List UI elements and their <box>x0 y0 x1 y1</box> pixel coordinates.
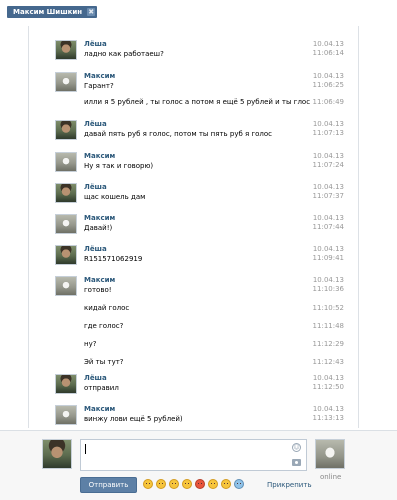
message-date: 10.04.13 <box>312 245 344 253</box>
message-time: 11:12:43 <box>312 358 344 366</box>
message-time: 11:09:41 <box>312 254 344 262</box>
message-text: ну? <box>84 340 97 348</box>
message-time: 11:12:29 <box>312 340 344 348</box>
avatar[interactable] <box>55 120 77 140</box>
message-text: R151571062919 <box>84 255 143 263</box>
message-time: 11:06:25 <box>312 81 344 89</box>
message-text: кидай голос <box>84 304 130 312</box>
emoji-cool-icon[interactable] <box>208 479 218 489</box>
avatar[interactable] <box>55 374 77 394</box>
author-name[interactable]: Лёша <box>84 183 107 191</box>
message-date: 10.04.13 <box>312 374 344 382</box>
emoji-bar <box>143 479 247 491</box>
message-time: 11:10:36 <box>312 285 344 293</box>
message-date: 10.04.13 <box>312 152 344 160</box>
avatar[interactable] <box>55 152 77 172</box>
online-status: online <box>320 473 342 481</box>
message-text: Гарант? <box>84 82 114 90</box>
avatar[interactable] <box>55 214 77 234</box>
message-text: Ну я так и говорю) <box>84 162 154 170</box>
message-time: 11:07:24 <box>312 161 344 169</box>
message-text: где голос? <box>84 322 124 330</box>
message-text: ладно как работаеш? <box>84 50 164 58</box>
author-name[interactable]: Лёша <box>84 374 107 382</box>
message-time: 11:10:52 <box>312 304 344 312</box>
message-input[interactable]: ☺ <box>80 439 307 471</box>
message-text: щас кошель дам <box>84 193 146 201</box>
tab-title: Максим Шишкин <box>13 8 83 16</box>
message-date: 10.04.13 <box>312 120 344 128</box>
attach-link[interactable]: Прикрепить <box>267 481 312 489</box>
message-text: винжу лови ещё 5 рублей) <box>84 415 183 423</box>
author-name[interactable]: Максим <box>84 152 115 160</box>
message-time: 11:07:44 <box>312 223 344 231</box>
message-time: 11:06:49 <box>312 98 344 106</box>
send-button[interactable]: Отправить <box>80 477 137 493</box>
message-text: отправил <box>84 384 119 392</box>
emoji-sad-icon[interactable] <box>234 479 244 489</box>
emoji-sly-icon[interactable] <box>221 479 231 489</box>
message-text: Давай!) <box>84 224 113 232</box>
avatar[interactable] <box>55 183 77 203</box>
peer-avatar[interactable] <box>315 439 345 469</box>
message-text: Эй ты тут? <box>84 358 124 366</box>
author-name[interactable]: Максим <box>84 276 115 284</box>
message-time: 11:13:13 <box>312 414 344 422</box>
message-date: 10.04.13 <box>312 40 344 48</box>
message-text: илли я 5 рублей , ты голос а потом я ещё… <box>84 98 311 106</box>
message-date: 10.04.13 <box>312 183 344 191</box>
tab-dialog[interactable]: Максим Шишкин ✖ <box>7 6 98 18</box>
emoji-angry-icon[interactable] <box>195 479 205 489</box>
author-name[interactable]: Максим <box>84 72 115 80</box>
message-date: 10.04.13 <box>312 72 344 80</box>
message-time: 11:12:50 <box>312 383 344 391</box>
emoji-grin-icon[interactable] <box>156 479 166 489</box>
emoji-laugh-icon[interactable] <box>182 479 192 489</box>
author-name[interactable]: Лёша <box>84 40 107 48</box>
tab-bar: Максим Шишкин ✖ <box>0 0 397 22</box>
emoji-smile-icon[interactable] <box>143 479 153 489</box>
message-time: 11:06:14 <box>312 49 344 57</box>
message-text: давай пять руб я голос, потом ты пять ру… <box>84 130 273 138</box>
author-name[interactable]: Максим <box>84 214 115 222</box>
message-text: готово! <box>84 286 112 294</box>
camera-icon[interactable] <box>292 459 301 466</box>
avatar[interactable] <box>55 245 77 265</box>
author-name[interactable]: Лёша <box>84 245 107 253</box>
message-time: 11:07:13 <box>312 129 344 137</box>
avatar[interactable] <box>55 276 77 296</box>
smile-icon[interactable]: ☺ <box>292 443 301 452</box>
author-name[interactable]: Лёша <box>84 120 107 128</box>
message-date: 10.04.13 <box>312 276 344 284</box>
emoji-wink-icon[interactable] <box>169 479 179 489</box>
message-date: 10.04.13 <box>312 214 344 222</box>
message-time: 11:11:48 <box>312 322 344 330</box>
close-icon[interactable]: ✖ <box>87 8 96 16</box>
message-date: 10.04.13 <box>312 405 344 413</box>
author-name[interactable]: Максим <box>84 405 115 413</box>
avatar[interactable] <box>55 72 77 92</box>
message-time: 11:07:37 <box>312 192 344 200</box>
avatar[interactable] <box>55 405 77 425</box>
compose-area: ☺ Отправить Прикрепить online <box>0 430 397 500</box>
avatar[interactable] <box>55 40 77 60</box>
message-history[interactable]: Лёша ладно как работаеш? 10.04.13 11:06:… <box>28 26 359 428</box>
my-avatar[interactable] <box>42 439 72 469</box>
text-cursor <box>85 444 86 454</box>
